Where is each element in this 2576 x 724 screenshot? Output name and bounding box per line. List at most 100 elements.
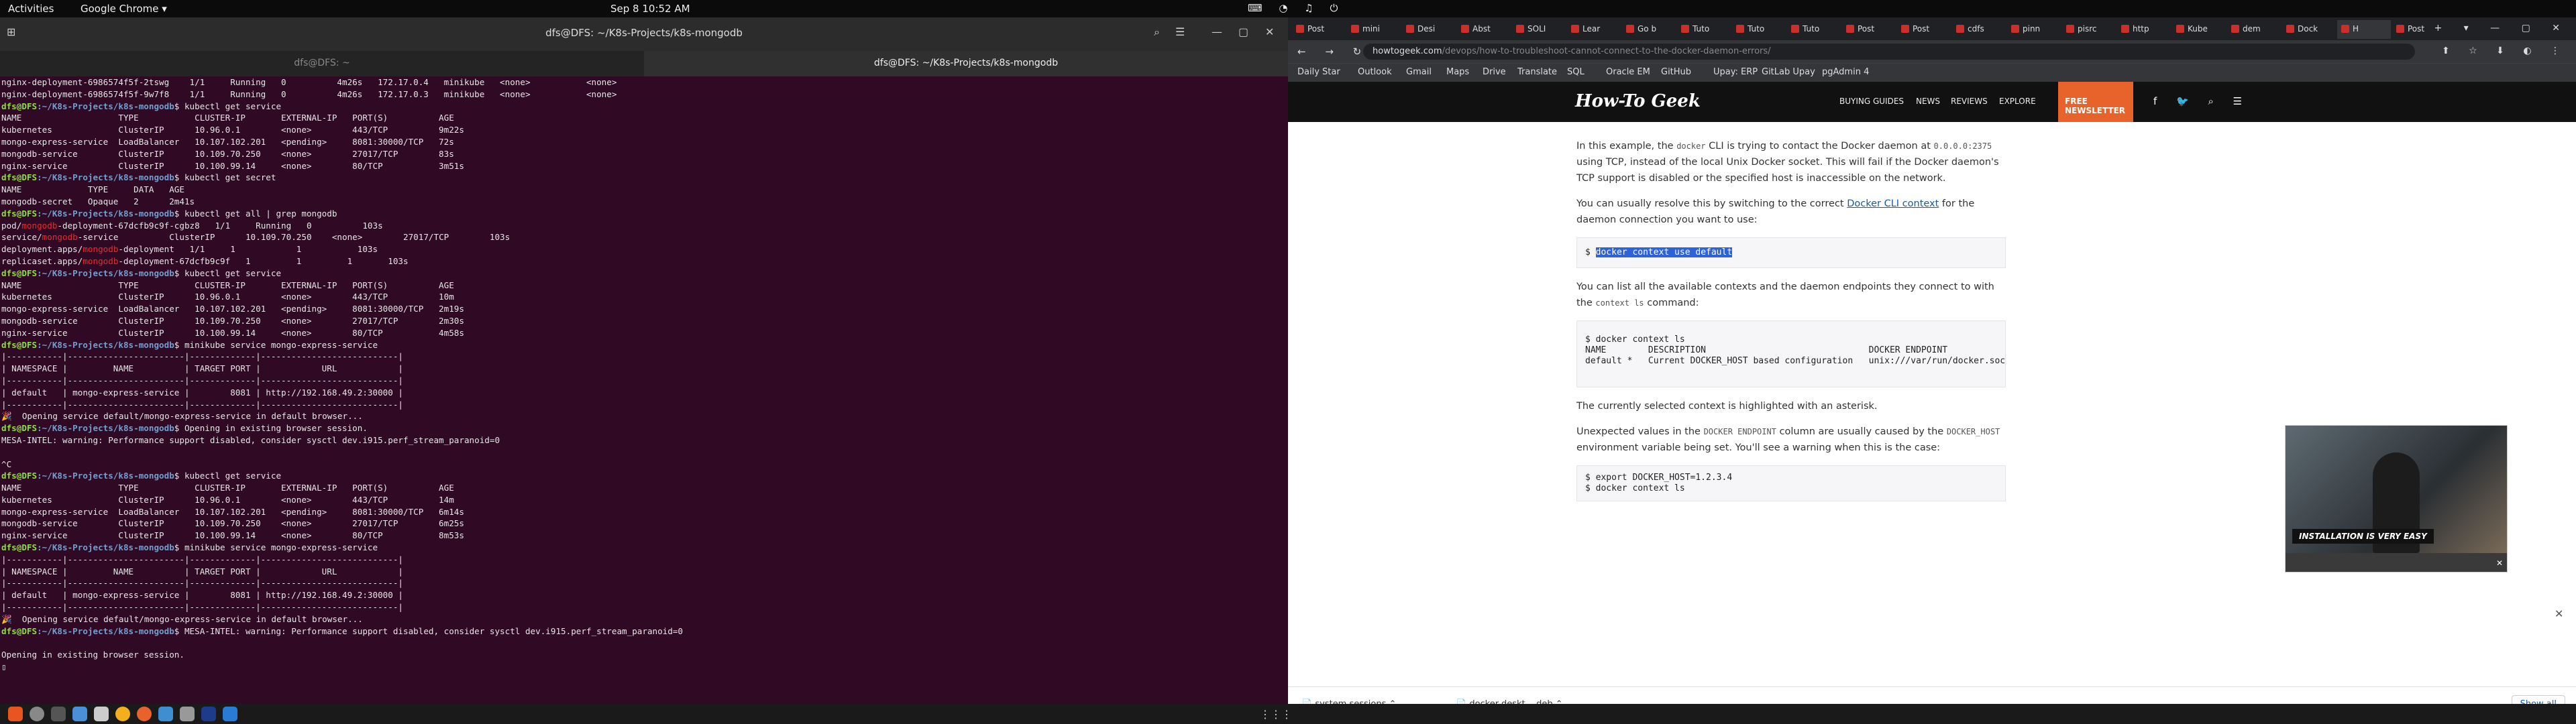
browser-tab[interactable]: Post <box>1842 20 1896 39</box>
activities-button[interactable]: Activities <box>8 3 54 15</box>
browser-tab[interactable]: dem <box>2227 20 2281 39</box>
terminal-tab-home[interactable]: dfs@DFS: ~ <box>0 58 644 68</box>
browser-tab[interactable]: Abst <box>1457 20 1511 39</box>
url-bar[interactable]: howtogeek.com/devops/how-to-troubleshoot… <box>1363 44 2415 60</box>
browser-tab[interactable]: pinn <box>2007 20 2061 39</box>
ubuntu-icon[interactable] <box>8 707 23 721</box>
terminal-line: deployment.apps/mongodb-deployment 1/1 1… <box>1 244 378 255</box>
browser-tab[interactable]: pisrc <box>2062 20 2116 39</box>
terminal-line: NAME TYPE DATA AGE <box>1 184 184 195</box>
bookmark-item[interactable]: SQL <box>1567 67 1585 77</box>
terminal-line: Opening in existing browser session. <box>1 650 184 660</box>
code-block[interactable]: $ docker context use default <box>1576 237 2006 268</box>
browser-tab[interactable]: Tuto <box>1787 20 1841 39</box>
video-caption: INSTALLATION IS VERY EASY <box>2292 529 2434 544</box>
bookmark-item[interactable]: Upay: ERP <box>1713 67 1758 77</box>
terminal-line: ▯ <box>1 662 7 672</box>
browser-tab[interactable]: H <box>2337 20 2391 39</box>
browser-tab[interactable]: Tuto <box>1732 20 1786 39</box>
maximize-icon[interactable]: ▢ <box>1238 25 1248 38</box>
close-icon[interactable]: ✕ <box>1265 25 1274 38</box>
app-icon[interactable] <box>201 707 216 721</box>
window-controls[interactable]: + ▾ — ▢ ✕ <box>2434 23 2569 34</box>
screenshot-icon[interactable] <box>158 707 173 721</box>
bookmark-item[interactable]: Maps <box>1446 67 1469 77</box>
folder-icon[interactable] <box>94 707 109 721</box>
terminal-line: mongo-express-service LoadBalancer 10.10… <box>1 506 464 517</box>
browser-tab[interactable]: Post <box>2392 20 2446 39</box>
terminal-icon[interactable] <box>51 707 66 721</box>
bookmark-item[interactable]: Drive <box>1483 67 1506 77</box>
terminal-line: | default | mongo-express-service | 8081… <box>1 387 403 398</box>
terminal-tab-project[interactable]: dfs@DFS: ~/K8s-Projects/k8s-mongodb <box>644 51 1288 76</box>
settings-icon[interactable] <box>30 707 44 721</box>
terminal-line: NAME TYPE CLUSTER-IP EXTERNAL-IP PORT(S)… <box>1 483 454 493</box>
bookmark-item[interactable]: GitHub <box>1661 67 1691 77</box>
terminal-line: |-----------|-----------------------|---… <box>1 375 403 385</box>
favicon-icon <box>2341 25 2349 33</box>
terminal-tabs: dfs@DFS: ~ dfs@DFS: ~/K8s-Projects/k8s-m… <box>0 51 1288 76</box>
bookmark-item[interactable]: Translate <box>1517 67 1557 77</box>
social-icons[interactable]: f 🐦 ⌕ ☰ <box>2153 95 2250 107</box>
bookmark-item[interactable]: Outlook <box>1358 67 1392 77</box>
browser-tab[interactable]: Post <box>1292 20 1346 39</box>
show-apps-icon[interactable]: ⋮⋮⋮ <box>1260 708 1292 721</box>
article-body: In this example, the docker CLI is tryin… <box>1576 138 2006 512</box>
app-menu[interactable]: Google Chrome ▾ <box>80 3 167 15</box>
browser-tab[interactable]: Tuto <box>1677 20 1731 39</box>
browser-tab[interactable]: Desi <box>1402 20 1456 39</box>
paragraph: Unexpected values in the DOCKER ENDPOINT… <box>1576 426 2000 453</box>
video-player[interactable]: INSTALLATION IS VERY EASY ✕ <box>2285 425 2508 572</box>
system-tray[interactable]: ⌨ ◔ ♫ ⏻ <box>1248 2 1344 14</box>
files-icon[interactable] <box>72 707 87 721</box>
menu-icon[interactable]: ☰ <box>1175 25 1185 38</box>
selected-text[interactable]: docker context use default <box>1595 247 1733 257</box>
nav-buying-guides[interactable]: BUYING GUIDES <box>1839 97 1904 106</box>
bookmark-item[interactable]: pgAdmin 4 <box>1822 67 1869 77</box>
chrome-icon[interactable] <box>115 707 130 721</box>
terminal-line: |-----------|-----------------------|---… <box>1 578 403 589</box>
terminal-line: mongodb-service ClusterIP 10.109.70.250 … <box>1 518 464 529</box>
nav-news[interactable]: NEWS <box>1916 97 1940 106</box>
favicon-icon <box>1626 25 1634 33</box>
browser-tab[interactable]: Post <box>1897 20 1951 39</box>
taskbar: ⋮⋮⋮ <box>0 704 2576 724</box>
postman-icon[interactable] <box>137 707 152 721</box>
terminal-line: nginx-service ClusterIP 10.100.99.14 <no… <box>1 530 464 541</box>
extensions-icon[interactable]: ⬆ ☆ ⬇ ◐ ⋮ <box>2442 46 2568 56</box>
search-icon[interactable]: ⌕ <box>1154 25 1160 39</box>
bookmark-item[interactable]: Oracle EM <box>1606 67 1650 77</box>
browser-tab[interactable]: Go b <box>1622 20 1676 39</box>
browser-tab[interactable]: http <box>2117 20 2171 39</box>
favicon-icon <box>1461 25 1469 33</box>
docker-context-link[interactable]: Docker CLI context <box>1847 198 1939 209</box>
close-icon[interactable]: ✕ <box>2555 607 2563 620</box>
terminal-line: mongo-express-service LoadBalancer 10.10… <box>1 136 454 147</box>
terminal-title: dfs@DFS: ~/K8s-Projects/k8s-mongodb <box>545 27 743 39</box>
nav-reviews[interactable]: REVIEWS <box>1951 97 1988 106</box>
chrome-window[interactable]: + ▾ — ▢ ✕ Post mini Desi Abst SOLI Lear Go b Tu… <box>1288 17 2576 721</box>
browser-tab[interactable]: mini <box>1347 20 1401 39</box>
terminal-output[interactable]: nginx-deployment-6986574f5f-2tswg 1/1 Ru… <box>0 76 1288 704</box>
nav-explore[interactable]: EXPLORE <box>1999 97 2036 106</box>
browser-tab[interactable]: Dock <box>2282 20 2336 39</box>
clock[interactable]: Sep 8 10:52 AM <box>610 3 690 15</box>
bookmark-item[interactable]: Gmail <box>1406 67 1432 77</box>
browser-tab[interactable]: SOLI <box>1512 20 1566 39</box>
code-block[interactable]: $ export DOCKER_HOST=1.2.3.4 $ docker co… <box>1576 465 2006 501</box>
code-block[interactable]: $ docker context ls NAME DESCRIPTION DOC… <box>1576 320 2006 387</box>
bookmark-item[interactable]: Daily Star <box>1297 67 1340 77</box>
browser-tab[interactable]: Lear <box>1567 20 1621 39</box>
app-icon[interactable] <box>180 707 195 721</box>
bookmark-item[interactable]: GitLab Upay <box>1762 67 1815 77</box>
close-icon[interactable]: ✕ <box>2496 558 2503 568</box>
newsletter-button[interactable]: FREE NEWSLETTER <box>2058 82 2133 122</box>
terminal-window[interactable]: ⊞ dfs@DFS: ~/K8s-Projects/k8s-mongodb ⌕ … <box>0 17 1288 704</box>
site-header: How-To Geek BUYING GUIDES NEWS REVIEWS E… <box>1288 82 2576 122</box>
browser-tab[interactable]: Kube <box>2172 20 2226 39</box>
favicon-icon <box>1351 25 1359 33</box>
site-logo[interactable]: How-To Geek <box>1575 91 1701 111</box>
browser-tab[interactable]: cdfs <box>1952 20 2006 39</box>
minimize-icon[interactable]: — <box>1212 25 1222 38</box>
vscode-icon[interactable] <box>223 707 237 721</box>
